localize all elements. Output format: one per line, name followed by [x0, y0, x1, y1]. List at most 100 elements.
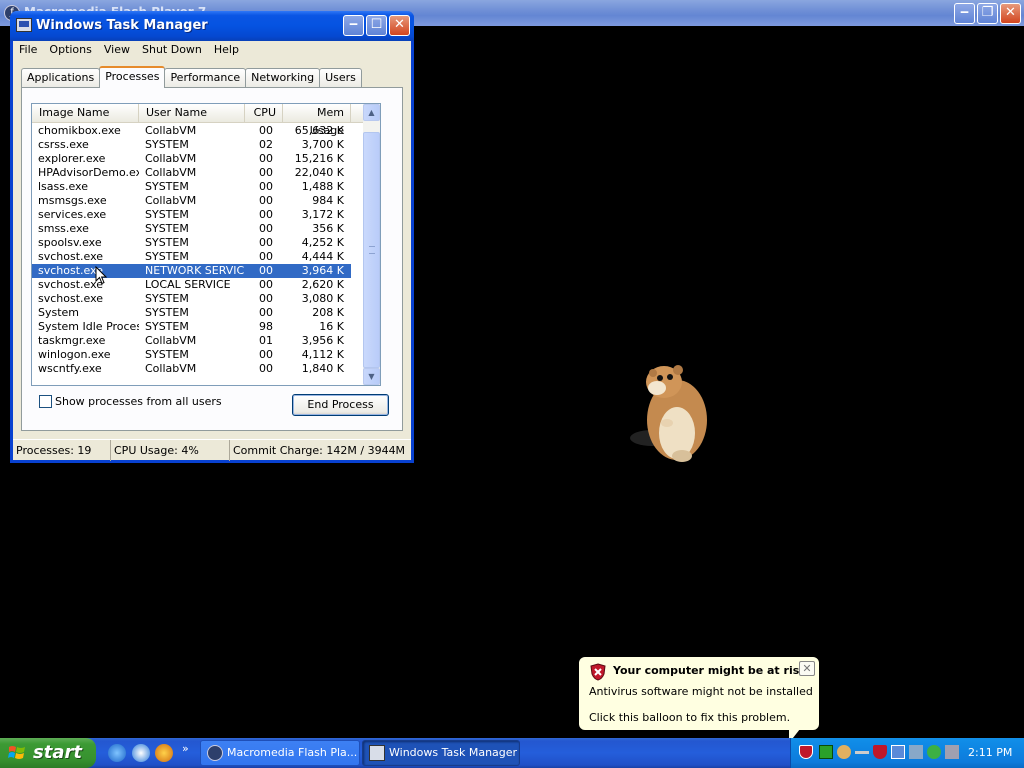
alert-shield-icon[interactable] — [873, 745, 887, 759]
close-button[interactable]: ✕ — [389, 15, 410, 36]
process-image-name: chomikbox.exe — [38, 124, 121, 137]
process-row[interactable]: msmsgs.exe CollabVM 00 984 K — [32, 194, 364, 208]
taskbar: start » Macromedia Flash Pla... Windows … — [0, 738, 1024, 768]
process-row[interactable]: csrss.exe SYSTEM 02 3,700 K — [32, 138, 364, 152]
process-row[interactable]: winlogon.exe SYSTEM 00 4,112 K — [32, 348, 364, 362]
security-alert-balloon[interactable]: Your computer might be at risk ✕ Antivir… — [578, 656, 820, 738]
column-mem-usage[interactable]: Mem Usage — [283, 104, 351, 137]
process-row[interactable]: svchost.exe SYSTEM 00 4,444 K — [32, 250, 364, 264]
process-mem-usage: 3,964 K — [283, 264, 351, 278]
scroll-thumb[interactable] — [363, 132, 380, 368]
process-row[interactable]: lsass.exe SYSTEM 00 1,488 K — [32, 180, 364, 194]
clock: 2:11 PM — [968, 746, 1013, 759]
process-list[interactable]: Image Name User Name CPU Mem Usage chomi… — [31, 103, 381, 386]
process-mem-usage: 4,444 K — [301, 250, 344, 263]
status-bar: Processes: 19 CPU Usage: 4% Commit Charg… — [13, 439, 411, 461]
balloon-action-text[interactable]: Click this balloon to fix this problem. — [589, 711, 790, 724]
process-user-name: LOCAL SERVICE — [145, 278, 231, 291]
taskbar-button-label: Macromedia Flash Pla... — [227, 746, 358, 759]
process-mem-usage: 2,620 K — [301, 278, 344, 291]
connection-icon[interactable] — [855, 751, 869, 754]
process-row[interactable]: services.exe SYSTEM 00 3,172 K — [32, 208, 364, 222]
security-shield-icon — [590, 663, 606, 681]
tab-processes[interactable]: Processes — [99, 66, 166, 88]
process-cpu: 00 — [259, 278, 273, 291]
end-process-button[interactable]: End Process — [292, 394, 389, 416]
process-image-name: System — [38, 306, 80, 319]
update-icon[interactable] — [927, 745, 941, 759]
process-cpu: 00 — [259, 292, 273, 305]
quick-launch-chevron[interactable]: » — [182, 742, 189, 755]
process-cpu: 00 — [259, 166, 273, 179]
show-all-users-checkbox[interactable] — [39, 395, 52, 408]
minimize-button[interactable]: ‒ — [954, 3, 975, 24]
process-row[interactable]: taskmgr.exe CollabVM 01 3,956 K — [32, 334, 364, 348]
settings-icon[interactable] — [945, 745, 959, 759]
balloon-close-button[interactable]: ✕ — [799, 661, 815, 676]
start-button[interactable]: start — [0, 738, 96, 768]
column-image-name[interactable]: Image Name — [32, 104, 139, 123]
flash-player-icon — [207, 745, 223, 761]
menu-help[interactable]: Help — [208, 41, 245, 61]
menu-shut-down[interactable]: Shut Down — [136, 41, 208, 61]
tab-networking[interactable]: Networking — [245, 68, 321, 87]
messenger-icon[interactable] — [837, 745, 851, 759]
tab-performance[interactable]: Performance — [164, 68, 247, 87]
scroll-up-button[interactable]: ▲ — [363, 104, 380, 121]
process-row[interactable]: svchost.exe SYSTEM 00 3,080 K — [32, 292, 364, 306]
display-icon[interactable] — [891, 745, 905, 759]
system-tray: 2:11 PM — [790, 738, 1024, 768]
process-row[interactable]: explorer.exe CollabVM 00 15,216 K — [32, 152, 364, 166]
scroll-down-button[interactable]: ▼ — [363, 368, 380, 385]
internet-explorer-icon[interactable] — [108, 744, 126, 762]
process-row[interactable]: System SYSTEM 00 208 K — [32, 306, 364, 320]
process-user-name: SYSTEM — [145, 236, 189, 249]
process-row[interactable]: smss.exe SYSTEM 00 356 K — [32, 222, 364, 236]
process-row[interactable]: wscntfy.exe CollabVM 00 1,840 K — [32, 362, 364, 376]
column-user-name[interactable]: User Name — [139, 104, 245, 123]
process-cpu: 98 — [259, 320, 273, 333]
process-mem-usage: 3,956 K — [301, 334, 344, 347]
process-user-name: CollabVM — [145, 124, 197, 137]
process-user-name: SYSTEM — [145, 222, 189, 235]
process-image-name: HPAdvisorDemo.exe — [38, 166, 139, 179]
taskbar-button-flash-player[interactable]: Macromedia Flash Pla... — [200, 740, 360, 766]
network-places-icon[interactable] — [909, 745, 923, 759]
tab-applications[interactable]: Applications — [21, 68, 101, 87]
menu-view[interactable]: View — [98, 41, 136, 61]
process-cpu: 00 — [259, 222, 273, 235]
process-row[interactable]: chomikbox.exe CollabVM 00 65,632 K — [32, 124, 364, 138]
process-image-name: svchost.exe — [32, 264, 139, 278]
task-manager-titlebar[interactable]: Windows Task Manager ‒ ☐ ✕ — [10, 11, 414, 41]
process-row[interactable]: HPAdvisorDemo.exe CollabVM 00 22,040 K — [32, 166, 364, 180]
tab-users[interactable]: Users — [319, 68, 362, 87]
process-user-name: SYSTEM — [145, 320, 189, 333]
show-all-users-option[interactable]: Show processes from all users — [39, 395, 222, 408]
restore-button[interactable]: ❐ — [977, 3, 998, 24]
taskbar-button-task-manager[interactable]: Windows Task Manager — [362, 740, 520, 766]
menu-options[interactable]: Options — [43, 41, 97, 61]
media-player-icon[interactable] — [155, 744, 173, 762]
column-cpu[interactable]: CPU — [245, 104, 283, 123]
process-cpu: 00 — [259, 152, 273, 165]
process-row[interactable]: spoolsv.exe SYSTEM 00 4,252 K — [32, 236, 364, 250]
process-row[interactable]: System Idle Process SYSTEM 98 16 K — [32, 320, 364, 334]
close-button[interactable]: ✕ — [1000, 3, 1021, 24]
process-image-name: smss.exe — [38, 222, 89, 235]
menu-file[interactable]: File — [13, 41, 43, 61]
vertical-scrollbar[interactable]: ▲ ▼ — [363, 104, 380, 385]
process-mem-usage: 4,252 K — [301, 236, 344, 249]
security-center-icon[interactable] — [799, 745, 813, 759]
minimize-button[interactable]: ‒ — [343, 15, 364, 36]
outlook-express-icon[interactable] — [132, 744, 150, 762]
process-row[interactable]: svchost.exe LOCAL SERVICE 00 2,620 K — [32, 278, 364, 292]
process-row[interactable]: svchost.exe NETWORK SERVICE 00 3,964 K — [32, 264, 364, 278]
process-cpu: 00 — [259, 236, 273, 249]
taskbar-button-label: Windows Task Manager — [389, 746, 518, 759]
process-user-name: SYSTEM — [145, 348, 189, 361]
process-image-name: winlogon.exe — [38, 348, 111, 361]
maximize-button[interactable]: ☐ — [366, 15, 387, 36]
task-manager-window[interactable]: Windows Task Manager ‒ ☐ ✕ File Options … — [10, 11, 414, 463]
process-image-name: System Idle Process — [38, 320, 139, 333]
network-icon[interactable] — [819, 745, 833, 759]
